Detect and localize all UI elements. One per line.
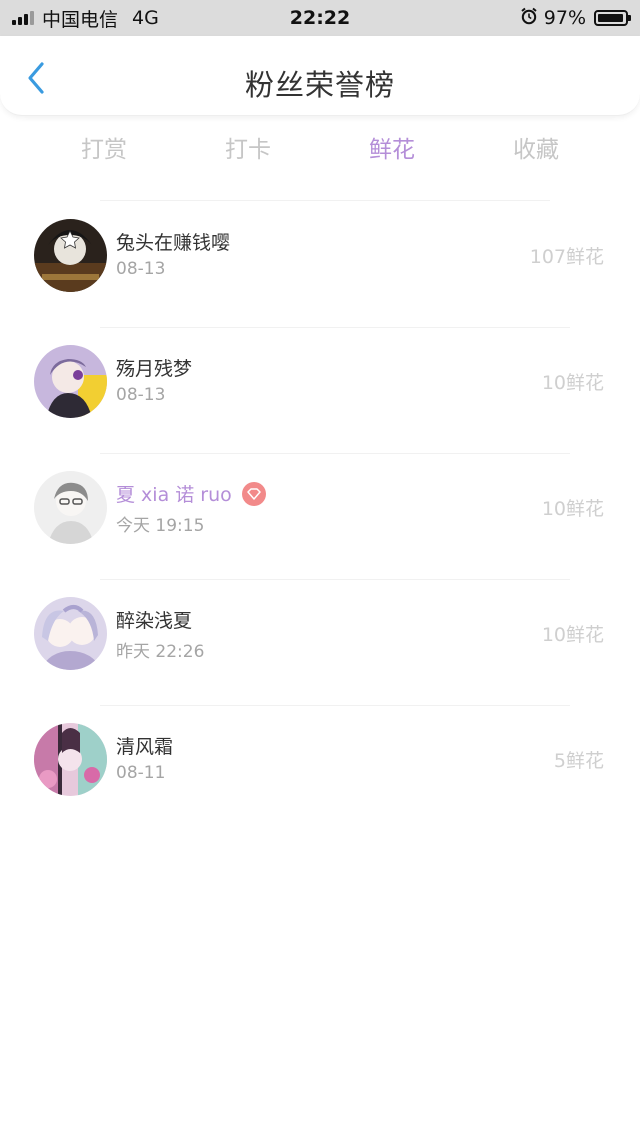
alarm-icon — [520, 7, 538, 30]
timestamp: 08-11 — [116, 763, 166, 783]
avatar[interactable] — [34, 723, 107, 796]
signal-icon — [12, 11, 34, 25]
status-bar: 中国电信 4G 22:22 97% — [0, 0, 640, 36]
fan-list: 兔头在赚钱嘤 08-13 107鲜花 殇月残梦 08-13 10鲜花 夏 xia… — [0, 202, 640, 832]
battery-fill — [598, 14, 624, 22]
battery-percent: 97% — [543, 7, 586, 29]
list-item[interactable]: 醉染浅夏 昨天 22:26 10鲜花 — [0, 580, 640, 706]
user-name: 清风霜 — [116, 736, 174, 758]
flower-count: 107鲜花 — [529, 246, 604, 268]
user-name: 醉染浅夏 — [116, 610, 193, 632]
tab-favorites[interactable]: 收藏 — [464, 132, 608, 172]
list-item[interactable]: 夏 xia 诺 ruo 今天 19:15 10鲜花 — [0, 454, 640, 580]
avatar[interactable] — [34, 345, 107, 418]
user-name: 兔头在赚钱嘤 — [116, 232, 231, 254]
timestamp: 08-13 — [116, 385, 166, 405]
list-item[interactable]: 殇月残梦 08-13 10鲜花 — [0, 328, 640, 454]
flower-count: 10鲜花 — [541, 624, 604, 646]
avatar[interactable] — [34, 597, 107, 670]
list-item[interactable]: 清风霜 08-11 5鲜花 — [0, 706, 640, 832]
flower-count: 5鲜花 — [553, 750, 604, 772]
nav-header: 粉丝荣誉榜 — [0, 36, 640, 116]
tab-checkin[interactable]: 打卡 — [176, 132, 320, 172]
tab-reward[interactable]: 打赏 — [32, 132, 176, 172]
timestamp: 昨天 22:26 — [116, 642, 205, 662]
battery-icon — [594, 10, 631, 26]
timestamp: 今天 19:15 — [116, 516, 205, 536]
flower-count: 10鲜花 — [541, 498, 604, 520]
avatar[interactable] — [34, 471, 107, 544]
user-name: 夏 xia 诺 ruo — [116, 484, 232, 506]
timestamp: 08-13 — [116, 259, 166, 279]
vip-diamond-icon — [241, 481, 266, 506]
divider — [100, 200, 550, 201]
page-title: 粉丝荣誉榜 — [244, 68, 395, 102]
tab-bar: 打赏 打卡 鲜花 收藏 — [32, 132, 608, 172]
list-item[interactable]: 兔头在赚钱嘤 08-13 107鲜花 — [0, 202, 640, 328]
avatar[interactable] — [34, 219, 107, 292]
flower-count: 10鲜花 — [541, 372, 604, 394]
carrier-label: 中国电信 — [42, 8, 119, 31]
user-name: 殇月残梦 — [116, 358, 193, 380]
tab-flowers[interactable]: 鲜花 — [320, 132, 464, 172]
network-label: 4G — [132, 7, 159, 29]
